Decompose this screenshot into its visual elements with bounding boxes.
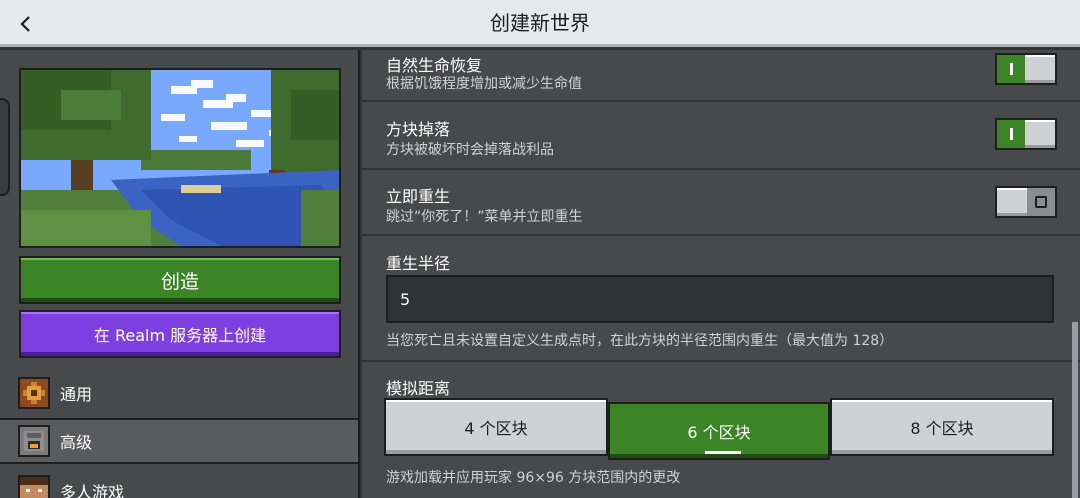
option-label: 8 个区块	[910, 419, 974, 438]
selected-indicator	[705, 451, 741, 454]
chevron-left-icon	[20, 15, 30, 32]
left-panel: 创造 在 Realm 服务器上创建 通用 高级 多人游戏	[0, 50, 360, 498]
back-button[interactable]	[0, 0, 52, 47]
create-on-realm-label: 在 Realm 服务器上创建	[93, 326, 267, 345]
respawn-radius-value: 5	[400, 289, 411, 309]
side-tab-handle[interactable]	[0, 98, 10, 196]
tile-drops-toggle[interactable]	[995, 118, 1057, 150]
setting-immediate-respawn: 立即重生 跳过“你死了！”菜单并立即重生	[362, 172, 1080, 236]
sidebar-item-general[interactable]: 通用	[0, 370, 358, 416]
setting-description: 游戏加载并应用玩家 96×96 方块范围内的更改	[386, 470, 681, 486]
setting-natural-regeneration: 自然生命恢复 根据饥饿程度增加或减少生命值	[362, 50, 1080, 102]
world-preview-image	[19, 68, 341, 248]
sidebar-item-multiplayer[interactable]: 多人游戏	[0, 468, 358, 498]
simulation-distance-option-4[interactable]: 4 个区块	[384, 398, 608, 456]
sidebar-item-advanced[interactable]: 高级	[0, 418, 358, 464]
respawn-radius-input[interactable]: 5	[386, 275, 1054, 323]
setting-description: 当您死亡且未设置自定义生成点时，在此方块的半径范围内重生（最大值为 128）	[386, 333, 894, 349]
sidebar-item-label: 通用	[60, 385, 93, 404]
simulation-distance-option-8[interactable]: 8 个区块	[830, 398, 1054, 456]
toggle-on-icon	[997, 120, 1025, 148]
top-bar: 创建新世界	[0, 0, 1080, 47]
setting-description: 根据饥饿程度增加或减少生命值	[386, 76, 582, 92]
option-label: 6 个区块	[687, 423, 751, 442]
setting-title: 重生半径	[386, 254, 451, 273]
toggle-knob	[1025, 55, 1055, 83]
scrollbar[interactable]	[1072, 322, 1078, 498]
toggle-off-icon	[1027, 188, 1055, 216]
setting-title: 方块掉落	[386, 120, 451, 139]
setting-tile-drops: 方块掉落 方块被破坏时会掉落战利品	[362, 104, 1080, 170]
simulation-distance-option-6[interactable]: 6 个区块	[608, 402, 830, 460]
gear-icon	[18, 377, 50, 409]
sidebar-item-label: 高级	[60, 433, 93, 452]
setting-title: 立即重生	[386, 187, 451, 206]
create-button-label: 创造	[160, 270, 199, 293]
setting-title: 模拟距离	[386, 379, 451, 398]
toggle-on-icon	[997, 55, 1025, 83]
create-on-realm-button[interactable]: 在 Realm 服务器上创建	[19, 310, 341, 358]
setting-description: 方块被破坏时会掉落战利品	[386, 142, 554, 158]
sidebar-item-label: 多人游戏	[60, 483, 125, 498]
option-label: 4 个区块	[464, 419, 528, 438]
setting-description: 跳过“你死了！”菜单并立即重生	[386, 209, 583, 225]
toggle-knob	[997, 188, 1027, 216]
natural-regeneration-toggle[interactable]	[995, 53, 1057, 85]
settings-panel: 自然生命恢复 根据饥饿程度增加或减少生命值 方块掉落 方块被破坏时会掉落战利品 …	[362, 50, 1080, 498]
player-head-icon	[18, 475, 50, 498]
toggle-knob	[1025, 120, 1055, 148]
immediate-respawn-toggle[interactable]	[995, 186, 1057, 218]
create-button[interactable]: 创造	[19, 256, 341, 304]
setting-respawn-radius: 重生半径 5 当您死亡且未设置自定义生成点时，在此方块的半径范围内重生（最大值为…	[362, 238, 1080, 362]
furnace-icon	[18, 425, 50, 457]
page-title: 创建新世界	[490, 11, 590, 35]
